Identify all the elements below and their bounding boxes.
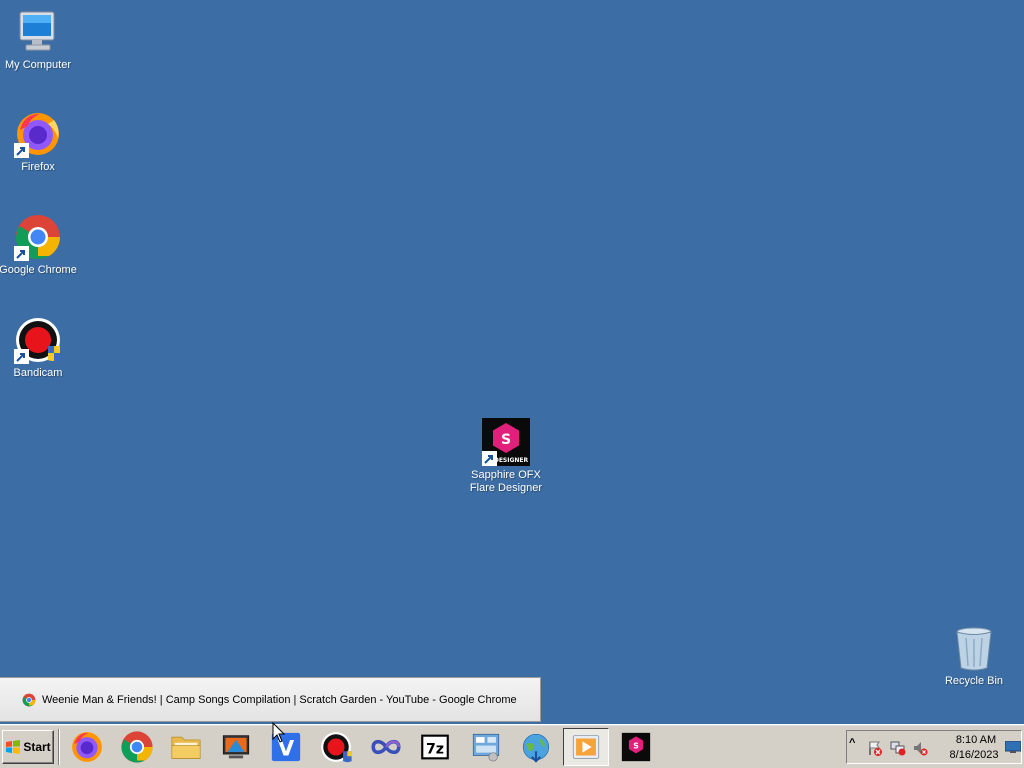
bandicam-icon — [14, 316, 62, 364]
network-status-icon[interactable] — [890, 740, 906, 756]
preview-window-title: Weenie Man & Friends! | Camp Songs Compi… — [42, 693, 517, 706]
bandicam-icon — [321, 732, 352, 763]
svg-text:S: S — [633, 741, 639, 750]
taskbar-bandicam-button[interactable] — [313, 728, 359, 766]
infinity-icon — [371, 739, 401, 755]
show-desktop-icon[interactable] — [1005, 741, 1021, 753]
taskbar-window-preview[interactable]: Weenie Man & Friends! | Camp Songs Compi… — [0, 677, 541, 722]
svg-text:S: S — [501, 432, 511, 448]
desktop-icon-label: My Computer — [4, 59, 72, 71]
volume-muted-icon[interactable] — [912, 740, 928, 756]
taskbar-v-app-button[interactable]: V — [263, 728, 309, 766]
clock-time[interactable]: 8:10 AM — [947, 734, 1005, 746]
desktop-icon-label: Google Chrome — [0, 264, 77, 276]
chrome-icon — [14, 213, 62, 261]
show-hidden-icons-chevron-icon[interactable]: ^ — [849, 737, 865, 753]
desktop-icon-google-chrome[interactable]: Google Chrome — [0, 213, 78, 277]
shortcut-arrow-icon — [14, 349, 29, 364]
desktop-icon-label: Sapphire OFX Flare Designer — [469, 469, 543, 494]
folder-icon — [171, 736, 201, 759]
taskbar-media-player-button[interactable] — [563, 728, 609, 766]
media-player-icon — [572, 735, 600, 759]
taskbar-network-app-button[interactable] — [513, 728, 559, 766]
shortcut-arrow-icon — [14, 143, 29, 158]
desktop-icon-my-computer[interactable]: My Computer — [0, 8, 78, 72]
taskbar-control-panel-button[interactable] — [463, 728, 509, 766]
taskbar-sapphire-flare-designer-button[interactable]: S — [613, 728, 659, 766]
chrome-icon — [22, 693, 36, 706]
7zip-icon: 7z — [421, 734, 449, 760]
svg-text:DESIGNER: DESIGNER — [494, 457, 529, 464]
clock-date[interactable]: 8/16/2023 — [940, 749, 1008, 761]
taskbar-firefox-button[interactable] — [64, 728, 110, 766]
start-button[interactable]: Start — [2, 730, 54, 764]
system-tray: ^ 8:10 AM 8/16/2023 — [846, 730, 1022, 764]
desktop-icon-firefox[interactable]: Firefox — [0, 110, 78, 174]
recycle-bin-icon — [950, 624, 998, 672]
windows-logo-icon — [6, 740, 21, 754]
desktop-icon-label: Bandicam — [13, 367, 63, 379]
taskbar-7zip-button[interactable]: 7z — [412, 728, 458, 766]
shortcut-arrow-icon — [482, 451, 497, 466]
taskbar-file-explorer-button[interactable] — [163, 728, 209, 766]
network-globe-icon — [522, 733, 550, 763]
desktop-icon-label: Recycle Bin — [944, 675, 1004, 687]
desktop-icon-recycle-bin[interactable]: Recycle Bin — [934, 624, 1014, 688]
control-panel-icon — [472, 733, 500, 762]
svg-text:7z: 7z — [426, 741, 444, 757]
shortcut-arrow-icon — [14, 246, 29, 261]
desktop-icon-bandicam[interactable]: Bandicam — [0, 316, 78, 380]
desktop-icon-sapphire-flare-designer[interactable]: S DESIGNER Sapphire OFX Flare Designer — [466, 418, 546, 495]
taskbar: Start V 7z S ^ 8:10 AM 8/16/2023 — [0, 724, 1024, 768]
chrome-icon — [121, 731, 153, 763]
firefox-icon — [72, 732, 102, 762]
desktop-icon-label: Firefox — [21, 161, 55, 173]
firefox-icon — [14, 110, 62, 158]
taskbar-infinity-app-button[interactable] — [363, 728, 409, 766]
sapphire-flare-designer-icon: S DESIGNER — [482, 418, 530, 466]
my-computer-icon — [14, 8, 62, 56]
taskbar-chrome-button[interactable] — [114, 728, 160, 766]
media-app-icon — [222, 735, 250, 759]
sapphire-flare-designer-icon: S — [621, 732, 651, 762]
action-center-flag-icon[interactable] — [867, 740, 883, 756]
taskbar-divider — [58, 729, 60, 765]
start-label: Start — [23, 740, 51, 754]
mouse-cursor-icon — [272, 722, 286, 743]
taskbar-media-app-button[interactable] — [213, 728, 259, 766]
